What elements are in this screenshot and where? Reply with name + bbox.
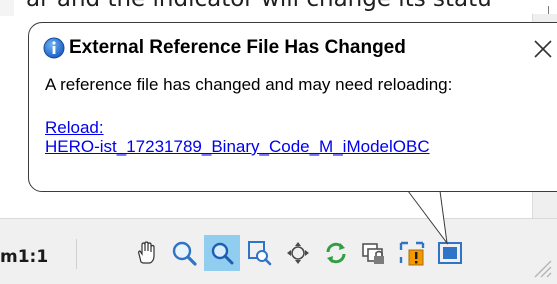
pan-button[interactable] [128,235,164,271]
xref-manager-button[interactable] [356,235,392,271]
xref-alert-icon [399,241,425,266]
hand-pan-icon [138,241,155,264]
notification-balloon[interactable]: External Reference File Has Changed A re… [28,22,557,192]
balloon-message: A reference file has changed and may nee… [45,75,453,94]
zoom-window-button[interactable] [242,235,278,271]
regenerate-button[interactable] [318,235,354,271]
background-instruction-text: ar and the indicator will change its sta… [26,0,492,12]
balloon-header: External Reference File Has Changed [43,37,406,59]
xref-lock-icon [362,243,384,264]
fullscreen-icon [438,242,462,264]
balloon-title: External Reference File Has Changed [69,37,406,58]
zoom-icon [172,241,197,266]
status-bar: m1:1 [0,218,557,284]
reload-link[interactable]: Reload: [45,118,104,138]
external-reference-alert-button[interactable] [394,235,430,271]
reload-file-link[interactable]: HERO-ist_17231789_Binary_Code_M_iModelOB… [45,137,430,157]
orbit-icon [287,242,309,264]
zoom-active-icon [211,242,234,265]
zoom-window-icon [248,241,272,266]
clean-screen-button[interactable] [432,235,468,271]
zoom-realtime-button[interactable] [204,235,240,271]
close-icon[interactable] [531,37,555,61]
resize-grip-icon[interactable] [529,255,553,279]
info-icon [43,37,65,59]
zoom-button[interactable] [166,235,202,271]
app-window: ar and the indicator will change its sta… [0,0,557,284]
navigation-toolbar [128,235,468,271]
top-left-fragment [0,0,14,16]
annotation-scale-label[interactable]: m1:1 [0,247,48,267]
orbit-button[interactable] [280,235,316,271]
refresh-icon [326,242,346,264]
